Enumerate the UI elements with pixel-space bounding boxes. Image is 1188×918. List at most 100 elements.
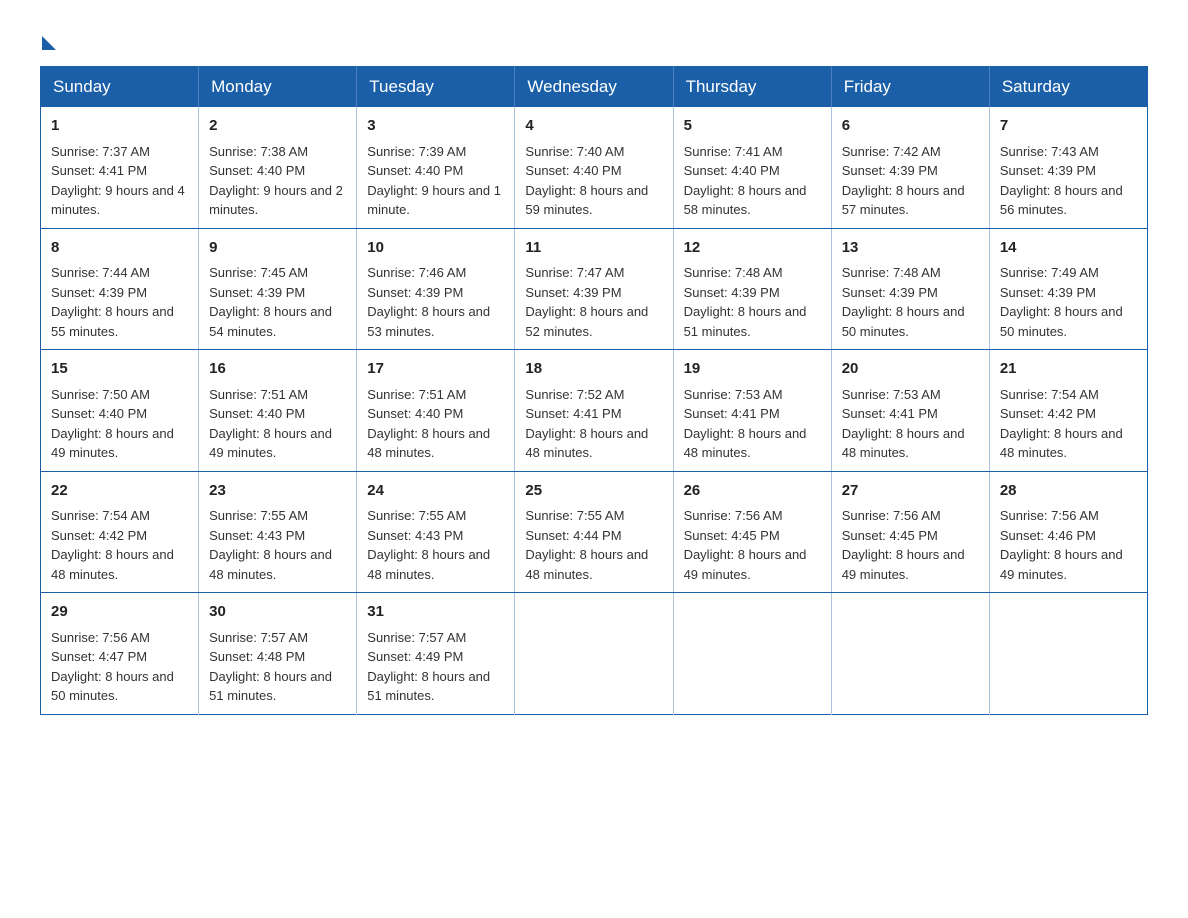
- day-sunrise: Sunrise: 7:45 AM: [209, 265, 308, 280]
- calendar-cell: 19 Sunrise: 7:53 AM Sunset: 4:41 PM Dayl…: [673, 350, 831, 472]
- day-sunrise: Sunrise: 7:55 AM: [525, 508, 624, 523]
- day-number: 28: [1000, 480, 1137, 503]
- day-sunrise: Sunrise: 7:42 AM: [842, 144, 941, 159]
- day-daylight: Daylight: 8 hours and 54 minutes.: [209, 304, 332, 339]
- calendar-cell: 25 Sunrise: 7:55 AM Sunset: 4:44 PM Dayl…: [515, 471, 673, 593]
- calendar-week-3: 15 Sunrise: 7:50 AM Sunset: 4:40 PM Dayl…: [41, 350, 1148, 472]
- page-header: [40, 30, 1148, 46]
- day-number: 26: [684, 480, 821, 503]
- calendar-cell: 20 Sunrise: 7:53 AM Sunset: 4:41 PM Dayl…: [831, 350, 989, 472]
- column-header-sunday: Sunday: [41, 67, 199, 108]
- column-header-wednesday: Wednesday: [515, 67, 673, 108]
- calendar-cell: [673, 593, 831, 715]
- day-sunrise: Sunrise: 7:44 AM: [51, 265, 150, 280]
- day-number: 24: [367, 480, 504, 503]
- day-sunset: Sunset: 4:45 PM: [684, 528, 780, 543]
- calendar-cell: 30 Sunrise: 7:57 AM Sunset: 4:48 PM Dayl…: [199, 593, 357, 715]
- day-sunset: Sunset: 4:47 PM: [51, 649, 147, 664]
- day-number: 27: [842, 480, 979, 503]
- day-number: 25: [525, 480, 662, 503]
- day-number: 4: [525, 115, 662, 138]
- day-daylight: Daylight: 9 hours and 1 minute.: [367, 183, 501, 218]
- day-sunrise: Sunrise: 7:54 AM: [51, 508, 150, 523]
- calendar-cell: 14 Sunrise: 7:49 AM Sunset: 4:39 PM Dayl…: [989, 228, 1147, 350]
- day-sunrise: Sunrise: 7:46 AM: [367, 265, 466, 280]
- calendar-cell: 31 Sunrise: 7:57 AM Sunset: 4:49 PM Dayl…: [357, 593, 515, 715]
- day-daylight: Daylight: 8 hours and 48 minutes.: [367, 426, 490, 461]
- day-sunset: Sunset: 4:42 PM: [1000, 406, 1096, 421]
- calendar-cell: [831, 593, 989, 715]
- day-sunrise: Sunrise: 7:48 AM: [842, 265, 941, 280]
- calendar-cell: 6 Sunrise: 7:42 AM Sunset: 4:39 PM Dayli…: [831, 107, 989, 228]
- day-number: 9: [209, 237, 346, 260]
- day-daylight: Daylight: 9 hours and 4 minutes.: [51, 183, 185, 218]
- calendar-cell: 9 Sunrise: 7:45 AM Sunset: 4:39 PM Dayli…: [199, 228, 357, 350]
- day-daylight: Daylight: 8 hours and 50 minutes.: [1000, 304, 1123, 339]
- day-sunset: Sunset: 4:41 PM: [525, 406, 621, 421]
- day-number: 2: [209, 115, 346, 138]
- day-sunrise: Sunrise: 7:48 AM: [684, 265, 783, 280]
- day-sunrise: Sunrise: 7:55 AM: [209, 508, 308, 523]
- day-number: 18: [525, 358, 662, 381]
- calendar-cell: 16 Sunrise: 7:51 AM Sunset: 4:40 PM Dayl…: [199, 350, 357, 472]
- calendar-cell: 5 Sunrise: 7:41 AM Sunset: 4:40 PM Dayli…: [673, 107, 831, 228]
- day-sunrise: Sunrise: 7:56 AM: [842, 508, 941, 523]
- day-sunset: Sunset: 4:39 PM: [684, 285, 780, 300]
- day-sunrise: Sunrise: 7:43 AM: [1000, 144, 1099, 159]
- day-daylight: Daylight: 8 hours and 48 minutes.: [525, 547, 648, 582]
- day-sunrise: Sunrise: 7:40 AM: [525, 144, 624, 159]
- day-number: 8: [51, 237, 188, 260]
- day-daylight: Daylight: 8 hours and 57 minutes.: [842, 183, 965, 218]
- calendar-cell: 17 Sunrise: 7:51 AM Sunset: 4:40 PM Dayl…: [357, 350, 515, 472]
- day-sunrise: Sunrise: 7:51 AM: [209, 387, 308, 402]
- day-sunset: Sunset: 4:40 PM: [209, 163, 305, 178]
- day-sunset: Sunset: 4:39 PM: [367, 285, 463, 300]
- calendar-body: 1 Sunrise: 7:37 AM Sunset: 4:41 PM Dayli…: [41, 107, 1148, 714]
- column-header-thursday: Thursday: [673, 67, 831, 108]
- day-daylight: Daylight: 8 hours and 51 minutes.: [684, 304, 807, 339]
- day-daylight: Daylight: 8 hours and 53 minutes.: [367, 304, 490, 339]
- day-daylight: Daylight: 8 hours and 48 minutes.: [1000, 426, 1123, 461]
- calendar-cell: [515, 593, 673, 715]
- day-daylight: Daylight: 8 hours and 50 minutes.: [842, 304, 965, 339]
- calendar-cell: 11 Sunrise: 7:47 AM Sunset: 4:39 PM Dayl…: [515, 228, 673, 350]
- day-sunrise: Sunrise: 7:57 AM: [209, 630, 308, 645]
- calendar-week-1: 1 Sunrise: 7:37 AM Sunset: 4:41 PM Dayli…: [41, 107, 1148, 228]
- day-sunrise: Sunrise: 7:56 AM: [684, 508, 783, 523]
- day-sunrise: Sunrise: 7:53 AM: [842, 387, 941, 402]
- logo: [40, 30, 56, 46]
- day-sunset: Sunset: 4:40 PM: [51, 406, 147, 421]
- day-number: 11: [525, 237, 662, 260]
- day-number: 19: [684, 358, 821, 381]
- calendar-cell: 29 Sunrise: 7:56 AM Sunset: 4:47 PM Dayl…: [41, 593, 199, 715]
- day-sunset: Sunset: 4:40 PM: [367, 406, 463, 421]
- day-daylight: Daylight: 8 hours and 48 minutes.: [367, 547, 490, 582]
- day-number: 7: [1000, 115, 1137, 138]
- calendar-week-2: 8 Sunrise: 7:44 AM Sunset: 4:39 PM Dayli…: [41, 228, 1148, 350]
- day-sunset: Sunset: 4:39 PM: [1000, 163, 1096, 178]
- calendar-cell: 21 Sunrise: 7:54 AM Sunset: 4:42 PM Dayl…: [989, 350, 1147, 472]
- day-daylight: Daylight: 8 hours and 56 minutes.: [1000, 183, 1123, 218]
- day-number: 17: [367, 358, 504, 381]
- day-sunrise: Sunrise: 7:56 AM: [51, 630, 150, 645]
- calendar-cell: 15 Sunrise: 7:50 AM Sunset: 4:40 PM Dayl…: [41, 350, 199, 472]
- day-daylight: Daylight: 8 hours and 49 minutes.: [51, 426, 174, 461]
- calendar-week-5: 29 Sunrise: 7:56 AM Sunset: 4:47 PM Dayl…: [41, 593, 1148, 715]
- calendar-cell: 22 Sunrise: 7:54 AM Sunset: 4:42 PM Dayl…: [41, 471, 199, 593]
- day-daylight: Daylight: 8 hours and 48 minutes.: [684, 426, 807, 461]
- day-sunset: Sunset: 4:39 PM: [209, 285, 305, 300]
- day-sunset: Sunset: 4:44 PM: [525, 528, 621, 543]
- day-sunrise: Sunrise: 7:50 AM: [51, 387, 150, 402]
- day-number: 15: [51, 358, 188, 381]
- day-sunset: Sunset: 4:39 PM: [525, 285, 621, 300]
- day-sunset: Sunset: 4:46 PM: [1000, 528, 1096, 543]
- day-number: 31: [367, 601, 504, 624]
- calendar-cell: 12 Sunrise: 7:48 AM Sunset: 4:39 PM Dayl…: [673, 228, 831, 350]
- day-sunrise: Sunrise: 7:57 AM: [367, 630, 466, 645]
- calendar-cell: 18 Sunrise: 7:52 AM Sunset: 4:41 PM Dayl…: [515, 350, 673, 472]
- day-number: 3: [367, 115, 504, 138]
- calendar-cell: 23 Sunrise: 7:55 AM Sunset: 4:43 PM Dayl…: [199, 471, 357, 593]
- calendar-cell: 1 Sunrise: 7:37 AM Sunset: 4:41 PM Dayli…: [41, 107, 199, 228]
- day-number: 6: [842, 115, 979, 138]
- day-daylight: Daylight: 8 hours and 58 minutes.: [684, 183, 807, 218]
